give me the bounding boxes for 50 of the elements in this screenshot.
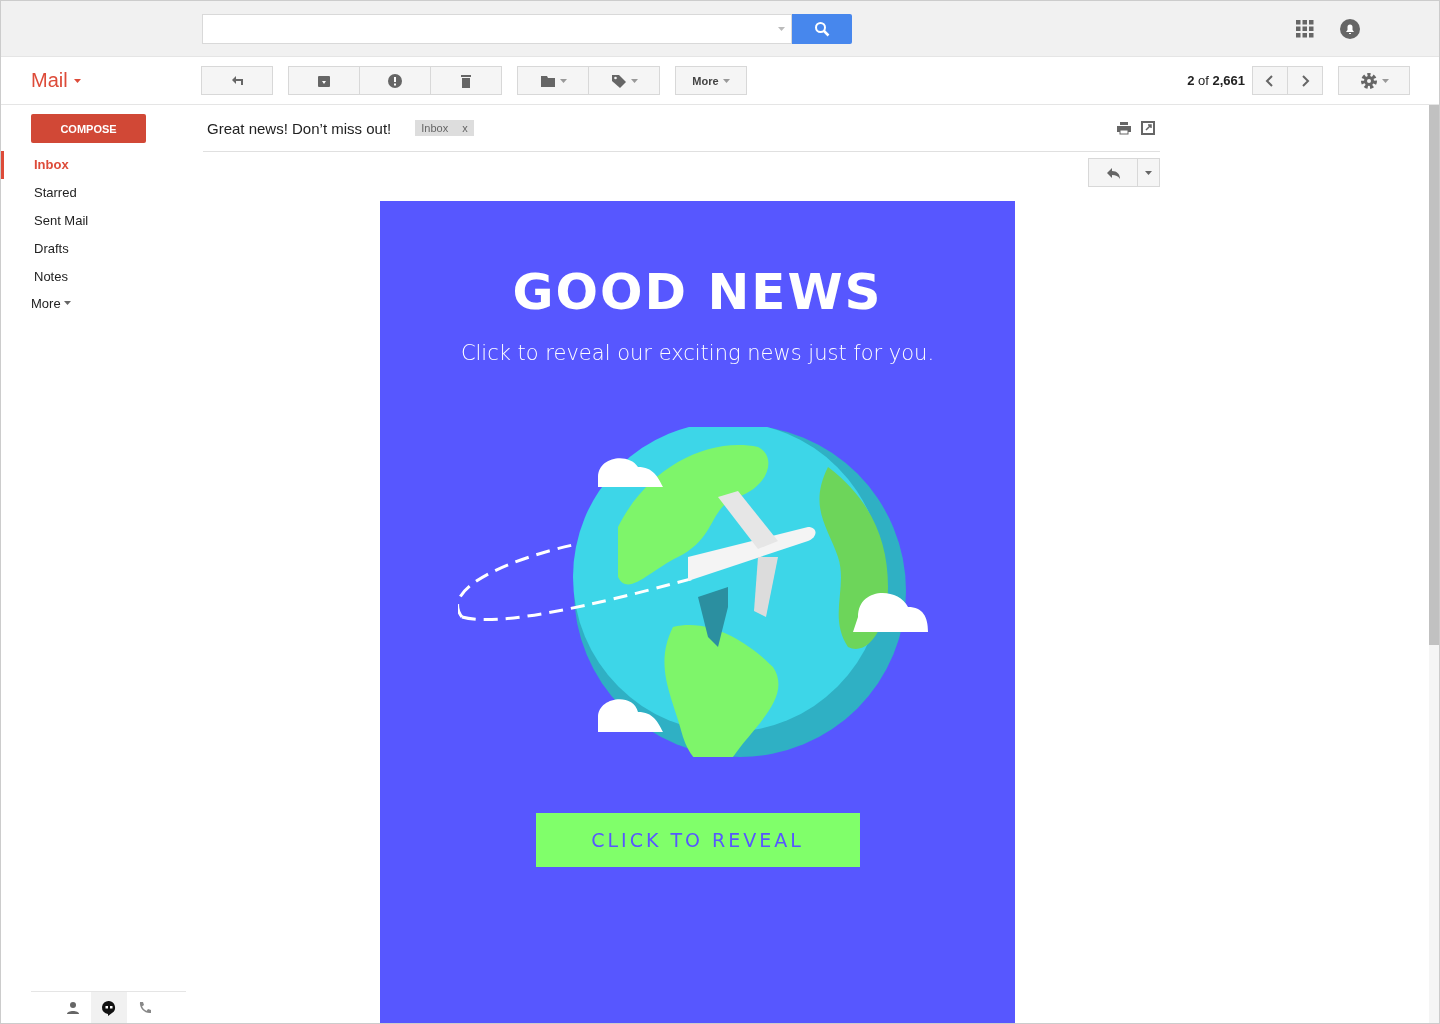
print-icon xyxy=(1116,120,1132,136)
caret-icon xyxy=(722,78,730,83)
message-count: 2 of 2,661 xyxy=(1187,73,1245,88)
sidebar-item[interactable]: Sent Mail xyxy=(1,207,202,235)
search-icon xyxy=(814,20,830,37)
more-button[interactable]: More xyxy=(675,66,747,95)
caret-icon xyxy=(73,78,81,83)
caret-icon xyxy=(1381,78,1389,83)
email-subject: Great news! Don’t miss out! xyxy=(207,119,392,137)
sidebar-tab[interactable] xyxy=(90,992,127,1023)
spam-button[interactable] xyxy=(359,66,431,95)
person-icon xyxy=(64,999,81,1016)
mail-menu-button[interactable]: Mail xyxy=(1,68,202,93)
bell-icon xyxy=(1340,18,1360,39)
banner-subtitle: Click to reveal our exciting news just for you. xyxy=(460,341,935,365)
banner-headline: GOOD NEWS xyxy=(512,263,883,321)
reveal-button[interactable]: CLICK TO REVEAL xyxy=(535,813,860,867)
caret-icon xyxy=(63,301,71,305)
more-link[interactable]: More xyxy=(1,291,202,315)
compose-button[interactable]: COMPOSE xyxy=(31,114,146,143)
settings-button[interactable] xyxy=(1338,66,1410,95)
tag-icon xyxy=(610,72,627,89)
caret-icon xyxy=(1145,170,1152,175)
archive-button[interactable] xyxy=(288,66,360,95)
remove-label-button[interactable]: x xyxy=(462,122,468,134)
sidebar-item[interactable]: Drafts xyxy=(1,235,202,263)
delete-button[interactable] xyxy=(430,66,502,95)
search-button[interactable] xyxy=(792,13,852,44)
settings-icon xyxy=(1359,71,1378,90)
scrollbar-thumb[interactable] xyxy=(1429,105,1439,645)
label-chip: Inbox x xyxy=(415,120,474,136)
new-window-icon xyxy=(1140,120,1156,136)
exclamation-icon xyxy=(387,72,403,89)
caret-icon xyxy=(630,78,638,83)
sidebar-item[interactable]: Notes xyxy=(1,263,202,291)
scrollbar[interactable] xyxy=(1429,105,1439,1023)
quote-bubble-icon xyxy=(100,999,117,1016)
search-field[interactable] xyxy=(202,13,792,44)
caret-icon xyxy=(559,78,567,83)
reply-button[interactable] xyxy=(1088,158,1138,187)
move-to-button[interactable] xyxy=(517,66,589,95)
apps-grid-icon xyxy=(1296,19,1314,38)
older-button[interactable] xyxy=(1287,66,1323,95)
caret-icon xyxy=(778,26,785,31)
sidebar-item[interactable]: Starred xyxy=(1,179,202,207)
labels-button[interactable] xyxy=(588,66,660,95)
reply-options-button[interactable] xyxy=(1137,158,1160,187)
trash-icon xyxy=(458,72,474,89)
newer-button[interactable] xyxy=(1252,66,1288,95)
sidebar-item[interactable]: Inbox xyxy=(1,151,202,179)
